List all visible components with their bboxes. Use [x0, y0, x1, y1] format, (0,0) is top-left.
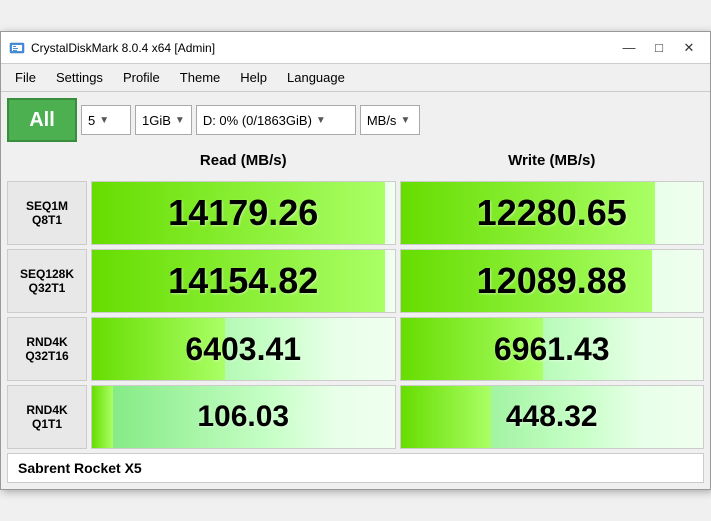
menu-bar: FileSettingsProfileThemeHelpLanguage: [1, 64, 710, 92]
menu-item-theme[interactable]: Theme: [170, 66, 230, 89]
bench-write-1: 12089.88: [400, 249, 705, 313]
bench-write-value: 448.32: [506, 400, 598, 434]
bench-write-2: 6961.43: [400, 317, 705, 381]
menu-item-help[interactable]: Help: [230, 66, 277, 89]
bench-write-3: 448.32: [400, 385, 705, 449]
bench-write-value: 12089.88: [477, 260, 627, 302]
menu-item-settings[interactable]: Settings: [46, 66, 113, 89]
table-row: SEQ1MQ8T1 14179.26 12280.65: [7, 181, 704, 245]
app-window: CrystalDiskMark 8.0.4 x64 [Admin] — □ ✕ …: [0, 31, 711, 490]
header-empty: [7, 148, 87, 173]
bench-write-0: 12280.65: [400, 181, 705, 245]
bench-read-3: 106.03: [91, 385, 396, 449]
bench-read-1: 14154.82: [91, 249, 396, 313]
toolbar: All 5 ▼ 1GiB ▼ D: 0% (0/1863GiB) ▼ MB/s …: [7, 98, 704, 142]
bench-label-line2: Q1T1: [32, 417, 62, 431]
window-title: CrystalDiskMark 8.0.4 x64 [Admin]: [31, 41, 215, 55]
all-button[interactable]: All: [7, 98, 77, 142]
minimize-button[interactable]: —: [616, 38, 642, 58]
runs-dropdown-arrow: ▼: [99, 115, 109, 126]
drive-name: Sabrent Rocket X5: [18, 460, 142, 476]
table-header: Read (MB/s) Write (MB/s): [7, 148, 704, 177]
menu-item-profile[interactable]: Profile: [113, 66, 170, 89]
unit-dropdown-arrow: ▼: [400, 115, 410, 126]
benchmark-rows: SEQ1MQ8T1 14179.26 12280.65 SEQ128KQ32T1 141…: [7, 181, 704, 449]
bench-read-0: 14179.26: [91, 181, 396, 245]
bench-label-line1: RND4K: [26, 335, 67, 349]
bench-read-value: 6403.41: [185, 331, 301, 368]
table-row: RND4KQ32T16 6403.41 6961.43: [7, 317, 704, 381]
runs-value: 5: [88, 113, 95, 128]
drive-dropdown-arrow: ▼: [316, 115, 326, 126]
bench-label-line2: Q32T1: [29, 281, 66, 295]
title-bar: CrystalDiskMark 8.0.4 x64 [Admin] — □ ✕: [1, 32, 710, 64]
main-content: All 5 ▼ 1GiB ▼ D: 0% (0/1863GiB) ▼ MB/s …: [1, 92, 710, 489]
bench-label-line1: SEQ128K: [20, 267, 74, 281]
size-value: 1GiB: [142, 113, 171, 128]
unit-dropdown[interactable]: MB/s ▼: [360, 105, 420, 135]
bench-read-value: 106.03: [197, 400, 289, 434]
size-dropdown[interactable]: 1GiB ▼: [135, 105, 192, 135]
maximize-button[interactable]: □: [646, 38, 672, 58]
menu-item-file[interactable]: File: [5, 66, 46, 89]
drive-value: D: 0% (0/1863GiB): [203, 113, 312, 128]
drive-footer: Sabrent Rocket X5: [7, 453, 704, 483]
bench-write-value: 12280.65: [477, 192, 627, 234]
bench-label-0: SEQ1MQ8T1: [7, 181, 87, 245]
close-button[interactable]: ✕: [676, 38, 702, 58]
bench-label-2: RND4KQ32T16: [7, 317, 87, 381]
bench-label-line1: SEQ1M: [26, 199, 68, 213]
bench-label-line2: Q32T16: [25, 349, 68, 363]
title-bar-left: CrystalDiskMark 8.0.4 x64 [Admin]: [9, 40, 215, 56]
bench-label-line1: RND4K: [26, 403, 67, 417]
title-bar-controls: — □ ✕: [616, 38, 702, 58]
table-row: SEQ128KQ32T1 14154.82 12089.88: [7, 249, 704, 313]
bench-label-line2: Q8T1: [32, 213, 62, 227]
table-row: RND4KQ1T1 106.03 448.32: [7, 385, 704, 449]
size-dropdown-arrow: ▼: [175, 115, 185, 126]
menu-item-language[interactable]: Language: [277, 66, 355, 89]
bench-read-value: 14154.82: [168, 260, 318, 302]
app-icon: [9, 40, 25, 56]
header-read: Read (MB/s): [91, 148, 396, 173]
bench-write-value: 6961.43: [494, 331, 610, 368]
bench-label-3: RND4KQ1T1: [7, 385, 87, 449]
bench-label-1: SEQ128KQ32T1: [7, 249, 87, 313]
bench-read-2: 6403.41: [91, 317, 396, 381]
runs-dropdown[interactable]: 5 ▼: [81, 105, 131, 135]
header-write: Write (MB/s): [400, 148, 705, 173]
bench-read-value: 14179.26: [168, 192, 318, 234]
unit-value: MB/s: [367, 113, 397, 128]
drive-dropdown[interactable]: D: 0% (0/1863GiB) ▼: [196, 105, 356, 135]
